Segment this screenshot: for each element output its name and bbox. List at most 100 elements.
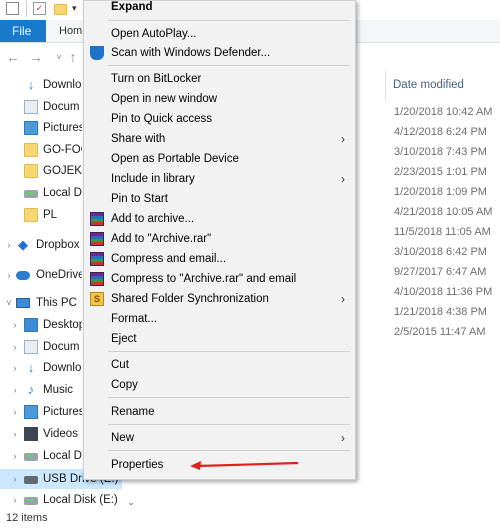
customize-toolbar-icon[interactable]: ▾ bbox=[72, 3, 77, 14]
submenu-chevron-icon: › bbox=[341, 132, 345, 146]
checkbox-icon[interactable]: ✓ bbox=[33, 2, 46, 15]
tree-item-pictures-quick[interactable]: Pictures bbox=[0, 118, 82, 138]
context-menu: Expand Open AutoPlay... Scan with Window… bbox=[83, 0, 356, 480]
submenu-chevron-icon: › bbox=[341, 172, 345, 186]
date-cell: 1/21/2018 4:38 PM bbox=[394, 306, 487, 318]
forward-arrow-icon[interactable]: → bbox=[27, 48, 45, 66]
winrar-icon bbox=[90, 252, 104, 266]
music-icon: ♪ bbox=[27, 382, 35, 397]
menu-item-format[interactable]: Format... bbox=[84, 309, 355, 329]
tree-item-downloads-quick[interactable]: ↓ Downlo bbox=[0, 75, 82, 95]
toolbar-divider bbox=[26, 1, 27, 17]
menu-item-new[interactable]: New › bbox=[84, 428, 355, 448]
expand-chevron-icon[interactable]: › bbox=[10, 469, 20, 489]
menu-item-rename[interactable]: Rename bbox=[84, 402, 355, 422]
tree-item-gojek[interactable]: GOJEK bbox=[0, 161, 82, 181]
folder-icon bbox=[24, 164, 38, 178]
back-arrow-icon[interactable]: ← bbox=[4, 48, 22, 66]
date-cell: 4/10/2018 11:36 PM bbox=[394, 286, 493, 298]
pictures-folder-icon bbox=[24, 405, 38, 419]
menu-item-pin-start[interactable]: Pin to Start bbox=[84, 189, 355, 209]
properties-quick-icon[interactable] bbox=[6, 2, 19, 15]
menu-item-copy[interactable]: Copy bbox=[84, 375, 355, 395]
winrar-icon bbox=[90, 232, 104, 246]
sync-icon: S bbox=[90, 292, 104, 306]
menu-item-share-with[interactable]: Share with › bbox=[84, 129, 355, 149]
usb-drive-icon bbox=[24, 476, 38, 484]
date-cell: 2/23/2015 1:01 PM bbox=[394, 166, 487, 178]
menu-item-open-autoplay[interactable]: Open AutoPlay... bbox=[84, 24, 355, 44]
menu-item-add-archive[interactable]: Add to archive... bbox=[84, 209, 355, 229]
tree-item-documents[interactable]: › Docum bbox=[0, 337, 82, 357]
expand-chevron-icon[interactable]: › bbox=[10, 490, 20, 510]
scroll-down-arrow-icon[interactable]: ⌄ bbox=[126, 497, 136, 507]
menu-item-compress-email[interactable]: Compress and email... bbox=[84, 249, 355, 269]
date-cell: 3/10/2018 6:42 PM bbox=[394, 246, 487, 258]
collapse-chevron-icon[interactable]: ˅ bbox=[4, 293, 14, 313]
tree-item-dropbox[interactable]: › ◆ Dropbox bbox=[0, 235, 82, 255]
drive-icon bbox=[24, 453, 38, 461]
menu-item-pin-quick-access[interactable]: Pin to Quick access bbox=[84, 109, 355, 129]
expand-chevron-icon[interactable]: › bbox=[10, 337, 20, 357]
expand-chevron-icon[interactable]: › bbox=[10, 446, 20, 466]
tree-item-onedrive[interactable]: › OneDrive bbox=[0, 265, 83, 285]
tree-item-local-disk-quick[interactable]: Local D bbox=[0, 183, 82, 203]
winrar-icon bbox=[90, 212, 104, 226]
video-icon bbox=[24, 427, 38, 441]
expand-chevron-icon[interactable]: › bbox=[10, 358, 20, 378]
expand-chevron-icon[interactable]: › bbox=[10, 402, 20, 422]
up-arrow-icon[interactable]: ↑ bbox=[64, 48, 82, 66]
date-cell: 2/5/2015 11:47 AM bbox=[394, 326, 486, 338]
dropbox-icon: ◆ bbox=[18, 237, 28, 252]
menu-item-open-portable[interactable]: Open as Portable Device bbox=[84, 149, 355, 169]
menu-separator bbox=[108, 424, 350, 425]
menu-item-include-library[interactable]: Include in library › bbox=[84, 169, 355, 189]
expand-chevron-icon[interactable]: › bbox=[10, 315, 20, 335]
desktop-folder-icon bbox=[24, 318, 38, 332]
item-count-status: 12 items bbox=[6, 512, 48, 524]
tree-item-local-disk[interactable]: › Local D bbox=[0, 446, 83, 466]
expand-chevron-icon[interactable]: › bbox=[10, 424, 20, 444]
tree-item-pictures[interactable]: › Pictures bbox=[0, 402, 82, 422]
menu-item-bitlocker[interactable]: Turn on BitLocker bbox=[84, 69, 355, 89]
tree-item-music[interactable]: › ♪ Music bbox=[0, 380, 82, 400]
windows-defender-icon bbox=[90, 46, 104, 60]
column-divider[interactable] bbox=[385, 70, 386, 100]
menu-separator bbox=[108, 65, 350, 66]
menu-item-cut[interactable]: Cut bbox=[84, 355, 355, 375]
menu-item-add-archive-rar[interactable]: Add to "Archive.rar" bbox=[84, 229, 355, 249]
tree-item-videos[interactable]: › Videos bbox=[0, 424, 82, 444]
menu-item-scan-defender[interactable]: Scan with Windows Defender... bbox=[84, 43, 355, 63]
tree-item-pl[interactable]: PL bbox=[0, 205, 82, 225]
submenu-chevron-icon: › bbox=[341, 292, 345, 306]
expand-chevron-icon[interactable]: › bbox=[4, 265, 14, 285]
computer-icon bbox=[16, 298, 30, 308]
expand-chevron-icon[interactable]: › bbox=[4, 235, 14, 255]
document-icon bbox=[24, 340, 38, 354]
tree-item-downloads[interactable]: › ↓ Downlo bbox=[0, 358, 82, 378]
pictures-folder-icon bbox=[24, 121, 38, 135]
annotation-arrow-icon bbox=[190, 461, 299, 470]
submenu-chevron-icon: › bbox=[341, 431, 345, 445]
menu-separator bbox=[108, 397, 350, 398]
date-cell: 11/5/2018 11:05 AM bbox=[394, 226, 491, 238]
menu-item-eject[interactable]: Eject bbox=[84, 329, 355, 349]
date-modified-header[interactable]: Date modified bbox=[393, 79, 464, 91]
date-cell: 3/10/2018 7:43 PM bbox=[394, 146, 487, 158]
folder-icon bbox=[24, 143, 38, 157]
tree-item-local-disk-e[interactable]: › Local Disk (E:) bbox=[0, 490, 122, 510]
drive-icon bbox=[24, 497, 38, 505]
expand-chevron-icon[interactable]: › bbox=[10, 380, 20, 400]
tree-item-this-pc[interactable]: ˅ This PC bbox=[0, 293, 82, 313]
drive-icon bbox=[24, 190, 38, 198]
tree-item-documents-quick[interactable]: Docum bbox=[0, 97, 82, 117]
menu-item-compress-rar-email[interactable]: Compress to "Archive.rar" and email bbox=[84, 269, 355, 289]
new-folder-icon[interactable] bbox=[54, 4, 67, 15]
download-arrow-icon: ↓ bbox=[27, 77, 35, 92]
file-tab[interactable]: File bbox=[0, 20, 46, 42]
tree-item-desktop[interactable]: › Desktop bbox=[0, 315, 82, 335]
menu-item-open-new-window[interactable]: Open in new window bbox=[84, 89, 355, 109]
tree-item-go-foo[interactable]: GO-FOO bbox=[0, 140, 82, 160]
menu-item-shared-sync[interactable]: S Shared Folder Synchronization › bbox=[84, 289, 355, 309]
menu-item-expand[interactable]: Expand bbox=[84, 0, 355, 17]
